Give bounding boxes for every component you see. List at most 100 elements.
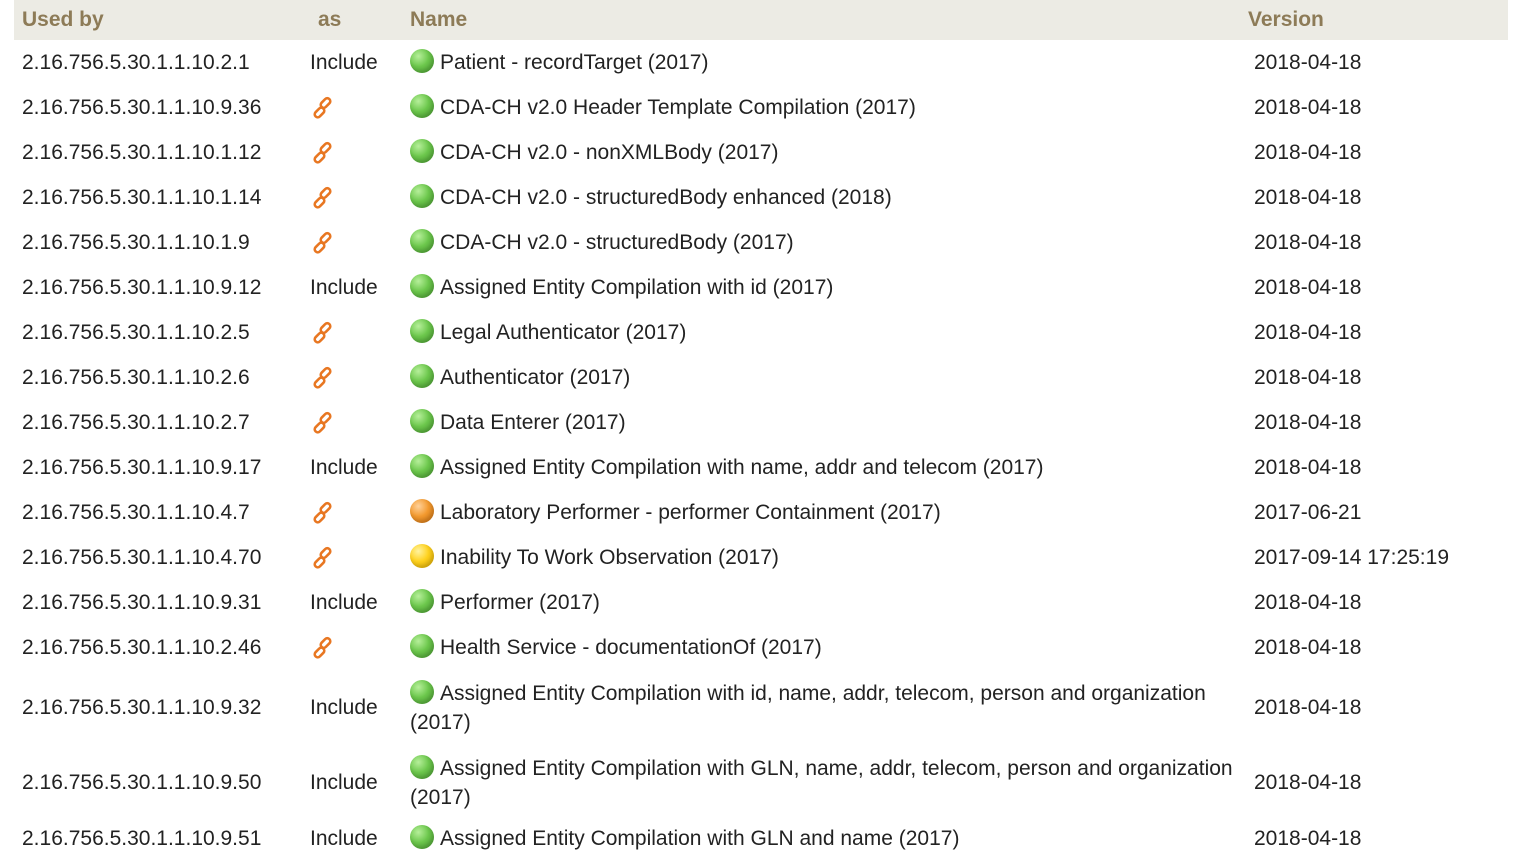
name-cell[interactable]: Authenticator (2017)	[402, 355, 1240, 400]
template-name[interactable]: Performer (2017)	[440, 591, 600, 614]
used-by-cell[interactable]: 2.16.756.5.30.1.1.10.9.12	[14, 265, 310, 310]
link-icon[interactable]	[310, 500, 336, 526]
link-icon[interactable]	[310, 545, 336, 571]
used-by-cell[interactable]: 2.16.756.5.30.1.1.10.2.7	[14, 400, 310, 445]
used-by-cell[interactable]: 2.16.756.5.30.1.1.10.9.50	[14, 745, 310, 820]
table-row[interactable]: 2.16.756.5.30.1.1.10.9.17 Include Assigned…	[14, 445, 1508, 490]
template-usage-table: Used by as Name Version 2.16.756.5.30.1.…	[14, 0, 1508, 859]
used-by-cell[interactable]: 2.16.756.5.30.1.1.10.1.14	[14, 175, 310, 220]
status-orange-icon	[410, 499, 434, 523]
template-name[interactable]: Health Service - documentationOf (2017)	[440, 636, 822, 659]
link-icon[interactable]	[310, 230, 336, 256]
as-cell	[310, 625, 402, 670]
name-cell[interactable]: Health Service - documentationOf (2017)	[402, 625, 1240, 670]
template-name[interactable]: CDA-CH v2.0 - structuredBody (2017)	[440, 231, 794, 254]
template-name[interactable]: CDA-CH v2.0 - nonXMLBody (2017)	[440, 141, 778, 164]
version-cell: 2018-04-18	[1254, 276, 1362, 299]
version-cell: 2018-04-18	[1254, 96, 1362, 119]
table-row[interactable]: 2.16.756.5.30.1.1.10.9.51 Include Assigned…	[14, 820, 1508, 859]
name-cell[interactable]: Assigned Entity Compilation with id (201…	[402, 265, 1240, 310]
status-green-icon	[410, 589, 434, 613]
table-row[interactable]: 2.16.756.5.30.1.1.10.2.5 Legal Authentica…	[14, 310, 1508, 355]
table-row[interactable]: 2.16.756.5.30.1.1.10.9.12 Include Assigned…	[14, 265, 1508, 310]
template-name[interactable]: Assigned Entity Compilation with id (201…	[440, 276, 833, 299]
header-used-by[interactable]: Used by	[14, 0, 310, 40]
template-name[interactable]: Assigned Entity Compilation with GLN, na…	[410, 757, 1233, 809]
table-row[interactable]: 2.16.756.5.30.1.1.10.4.70 Inability To Wo…	[14, 535, 1508, 580]
header-row: Used by as Name Version	[14, 0, 1508, 40]
used-by-cell[interactable]: 2.16.756.5.30.1.1.10.9.31	[14, 580, 310, 625]
template-name[interactable]: Authenticator (2017)	[440, 366, 630, 389]
link-icon[interactable]	[310, 320, 336, 346]
template-name[interactable]: Legal Authenticator (2017)	[440, 321, 686, 344]
template-name[interactable]: Patient - recordTarget (2017)	[440, 51, 708, 74]
table-header: Used by as Name Version	[14, 0, 1508, 40]
used-by-cell[interactable]: 2.16.756.5.30.1.1.10.9.36	[14, 85, 310, 130]
used-by-cell[interactable]: 2.16.756.5.30.1.1.10.4.70	[14, 535, 310, 580]
used-by-cell[interactable]: 2.16.756.5.30.1.1.10.1.9	[14, 220, 310, 265]
table-row[interactable]: 2.16.756.5.30.1.1.10.2.46 Health Service …	[14, 625, 1508, 670]
as-cell	[310, 355, 402, 400]
link-icon[interactable]	[310, 95, 336, 121]
link-icon[interactable]	[310, 140, 336, 166]
version-cell: 2018-04-18	[1254, 696, 1362, 719]
name-cell[interactable]: Data Enterer (2017)	[402, 400, 1240, 445]
used-by-cell[interactable]: 2.16.756.5.30.1.1.10.9.32	[14, 670, 310, 745]
used-by-cell[interactable]: 2.16.756.5.30.1.1.10.9.51	[14, 820, 310, 859]
table-row[interactable]: 2.16.756.5.30.1.1.10.2.6 Authenticator (2…	[14, 355, 1508, 400]
version-cell: 2018-04-18	[1254, 366, 1362, 389]
used-by-cell[interactable]: 2.16.756.5.30.1.1.10.2.6	[14, 355, 310, 400]
header-name[interactable]: Name	[402, 0, 1240, 40]
used-by-cell[interactable]: 2.16.756.5.30.1.1.10.2.46	[14, 625, 310, 670]
used-by-cell[interactable]: 2.16.756.5.30.1.1.10.2.5	[14, 310, 310, 355]
used-by-cell[interactable]: 2.16.756.5.30.1.1.10.9.17	[14, 445, 310, 490]
name-cell[interactable]: Assigned Entity Compilation with name, a…	[402, 445, 1240, 490]
name-cell[interactable]: Laboratory Performer - performer Contain…	[402, 490, 1240, 535]
name-cell[interactable]: Inability To Work Observation (2017)	[402, 535, 1240, 580]
used-by-cell[interactable]: 2.16.756.5.30.1.1.10.4.7	[14, 490, 310, 535]
table-row[interactable]: 2.16.756.5.30.1.1.10.9.31 Include Performe…	[14, 580, 1508, 625]
table-row[interactable]: 2.16.756.5.30.1.1.10.1.12 CDA-CH v2.0 - n…	[14, 130, 1508, 175]
as-cell	[310, 85, 402, 130]
template-name[interactable]: Data Enterer (2017)	[440, 411, 626, 434]
table-row[interactable]: 2.16.756.5.30.1.1.10.2.1 Include Patient -…	[14, 40, 1508, 85]
template-name[interactable]: Laboratory Performer - performer Contain…	[440, 501, 941, 524]
name-cell[interactable]: Patient - recordTarget (2017)	[402, 40, 1240, 85]
template-name[interactable]: Assigned Entity Compilation with GLN and…	[440, 827, 959, 850]
template-name[interactable]: CDA-CH v2.0 - structuredBody enhanced (2…	[440, 186, 892, 209]
link-icon[interactable]	[310, 410, 336, 436]
name-cell[interactable]: CDA-CH v2.0 - nonXMLBody (2017)	[402, 130, 1240, 175]
name-cell[interactable]: CDA-CH v2.0 - structuredBody (2017)	[402, 220, 1240, 265]
link-icon[interactable]	[310, 365, 336, 391]
name-cell[interactable]: Assigned Entity Compilation with id, nam…	[402, 670, 1240, 745]
template-name[interactable]: Assigned Entity Compilation with name, a…	[440, 456, 1043, 479]
status-green-icon	[410, 454, 434, 478]
header-as[interactable]: as	[310, 0, 402, 40]
table-row[interactable]: 2.16.756.5.30.1.1.10.9.32 Include Assigned…	[14, 670, 1508, 745]
table-row[interactable]: 2.16.756.5.30.1.1.10.9.50 Include Assigned…	[14, 745, 1508, 820]
link-icon[interactable]	[310, 185, 336, 211]
used-by-cell[interactable]: 2.16.756.5.30.1.1.10.2.1	[14, 40, 310, 85]
name-cell[interactable]: CDA-CH v2.0 - structuredBody enhanced (2…	[402, 175, 1240, 220]
header-version[interactable]: Version	[1240, 0, 1508, 40]
name-cell[interactable]: CDA-CH v2.0 Header Template Compilation …	[402, 85, 1240, 130]
used-by-cell[interactable]: 2.16.756.5.30.1.1.10.1.12	[14, 130, 310, 175]
version-cell: 2018-04-18	[1254, 771, 1362, 794]
template-name[interactable]: Inability To Work Observation (2017)	[440, 546, 779, 569]
table-row[interactable]: 2.16.756.5.30.1.1.10.1.9 CDA-CH v2.0 - st…	[14, 220, 1508, 265]
table-row[interactable]: 2.16.756.5.30.1.1.10.1.14 CDA-CH v2.0 - s…	[14, 175, 1508, 220]
status-green-icon	[410, 319, 434, 343]
table-row[interactable]: 2.16.756.5.30.1.1.10.4.7 Laboratory Perfo…	[14, 490, 1508, 535]
link-icon[interactable]	[310, 635, 336, 661]
name-cell[interactable]: Performer (2017)	[402, 580, 1240, 625]
status-green-icon	[410, 679, 434, 704]
template-name[interactable]: Assigned Entity Compilation with id, nam…	[410, 682, 1206, 734]
name-cell[interactable]: Assigned Entity Compilation with GLN and…	[402, 820, 1240, 859]
status-green-icon	[410, 825, 434, 849]
name-cell[interactable]: Assigned Entity Compilation with GLN, na…	[402, 745, 1240, 820]
template-name[interactable]: CDA-CH v2.0 Header Template Compilation …	[440, 96, 916, 119]
version-cell: 2017-06-21	[1254, 501, 1362, 524]
table-row[interactable]: 2.16.756.5.30.1.1.10.2.7 Data Enterer (20…	[14, 400, 1508, 445]
table-row[interactable]: 2.16.756.5.30.1.1.10.9.36 CDA-CH v2.0 Hea…	[14, 85, 1508, 130]
name-cell[interactable]: Legal Authenticator (2017)	[402, 310, 1240, 355]
